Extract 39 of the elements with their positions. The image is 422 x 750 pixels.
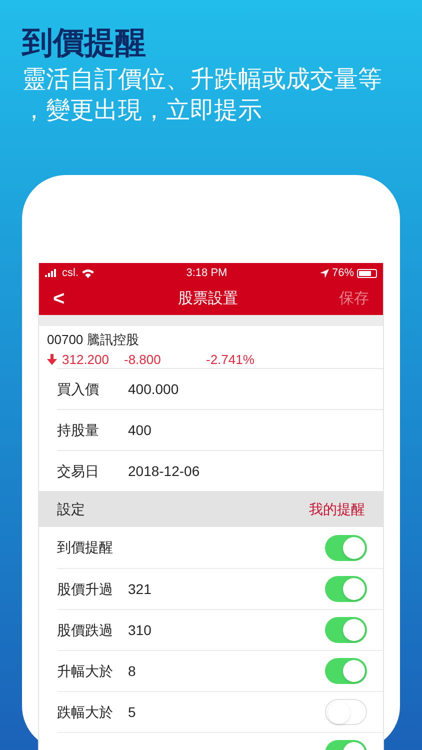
percent-change: -2.741%	[206, 350, 254, 368]
wifi-icon	[82, 268, 94, 278]
headline: 到價提醒	[22, 24, 147, 63]
alert-label: 股價跌過	[57, 620, 114, 640]
alert-value: 5	[128, 702, 137, 722]
toggle-switch[interactable]	[325, 617, 367, 643]
status-time: 3:18 PM	[186, 266, 228, 281]
toggle-switch[interactable]	[325, 699, 367, 725]
section-title: 設定	[57, 500, 85, 518]
my-alerts-link[interactable]: 我的提醒	[309, 498, 365, 520]
field-label: 買入價	[57, 380, 100, 398]
price-change: -8.800	[124, 350, 162, 368]
carrier-name: csl.	[62, 266, 78, 281]
alert-label: 到價提醒	[57, 538, 114, 557]
battery-percent: 76%	[332, 266, 354, 281]
alert-value: 8	[128, 662, 137, 680]
subtitle: 靈活自訂價位、升跌幅或成交量等	[22, 65, 383, 95]
signal-icon	[45, 269, 59, 277]
field-value: 400	[128, 420, 152, 440]
alert-label: 跌幅大於	[57, 702, 114, 722]
field-value: 400.000	[128, 380, 179, 398]
toggle-switch[interactable]	[325, 658, 367, 684]
battery-icon	[357, 268, 377, 278]
field-label: 交易日	[57, 462, 100, 480]
alert-label: 股價升過	[57, 580, 114, 598]
alert-value: 310	[128, 620, 152, 640]
toggle-switch[interactable]	[325, 534, 367, 560]
down-arrow-icon	[47, 354, 57, 365]
field-label: 持股量	[57, 420, 100, 440]
field-value: 2018-12-06	[128, 462, 200, 480]
stock-price: 312.200	[62, 350, 110, 368]
alert-value: 321	[128, 580, 152, 598]
back-button[interactable]: <	[53, 284, 77, 314]
subtitle: ，變更出現，立即提示	[22, 96, 263, 126]
toggle-switch[interactable]	[325, 576, 367, 602]
nav-title: 股票設置	[178, 288, 238, 309]
stock-name: 00700 騰訊控股	[47, 331, 140, 349]
location-arrow-icon	[320, 268, 329, 278]
alert-label: 升幅大於	[57, 662, 114, 680]
